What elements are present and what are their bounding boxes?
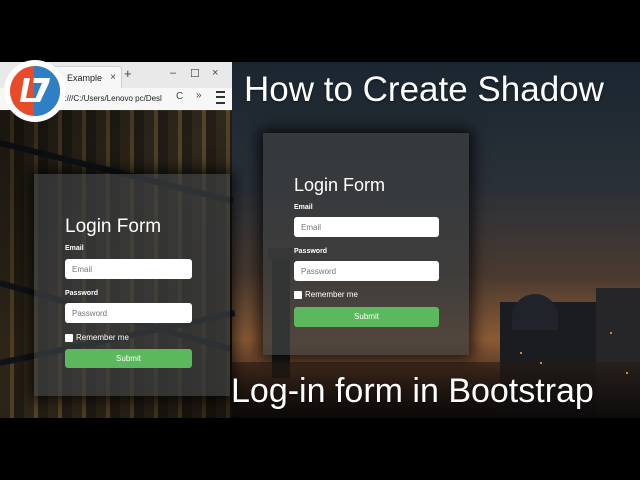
password-label: Password <box>65 290 99 297</box>
remember-label: Remember me <box>305 290 358 299</box>
email-input[interactable] <box>65 259 192 279</box>
email-label: Email <box>294 204 313 211</box>
submit-button[interactable]: Submit <box>65 349 192 368</box>
new-tab-icon[interactable]: + <box>124 66 132 81</box>
minimize-icon[interactable]: – <box>170 67 176 79</box>
close-tab-icon[interactable]: × <box>110 67 116 89</box>
password-input[interactable] <box>294 261 439 281</box>
submit-button[interactable]: Submit <box>294 307 439 327</box>
thumbnail: Example × + – ☐ × e:///C:/Users/Lenovo p… <box>0 62 640 418</box>
login-card-left: Login Form Email Password Remember me Su… <box>34 174 230 396</box>
overflow-icon[interactable]: » <box>196 90 202 101</box>
maximize-icon[interactable]: ☐ <box>190 67 200 80</box>
form-title: Login Form <box>294 175 386 195</box>
close-window-icon[interactable]: × <box>212 67 218 79</box>
remember-checkbox[interactable] <box>294 291 302 299</box>
remember-label: Remember me <box>76 333 129 342</box>
tab-title: Example <box>67 73 103 83</box>
reload-icon[interactable]: C <box>176 91 183 102</box>
remember-checkbox[interactable] <box>65 334 73 342</box>
logo-mark-icon <box>20 78 50 102</box>
password-label: Password <box>294 248 328 255</box>
browser-page: Login Form Email Password Remember me Su… <box>0 110 236 418</box>
video-title-line2: Log-in form in Bootstrap <box>231 372 594 410</box>
video-title-line1: How to Create Shadow <box>244 70 604 109</box>
password-input[interactable] <box>65 303 192 323</box>
email-input[interactable] <box>294 217 439 237</box>
l7-logo-icon <box>4 60 66 122</box>
login-card-right: Login Form Email Password Remember me Su… <box>263 133 469 355</box>
form-title: Login Form <box>65 216 162 237</box>
dome-building <box>512 294 558 330</box>
url-field[interactable]: e:///C:/Users/Lenovo pc/Desl <box>60 92 172 106</box>
email-label: Email <box>65 245 84 252</box>
hamburger-menu-icon[interactable] <box>216 91 225 104</box>
video-frame: Example × + – ☐ × e:///C:/Users/Lenovo p… <box>0 0 640 480</box>
